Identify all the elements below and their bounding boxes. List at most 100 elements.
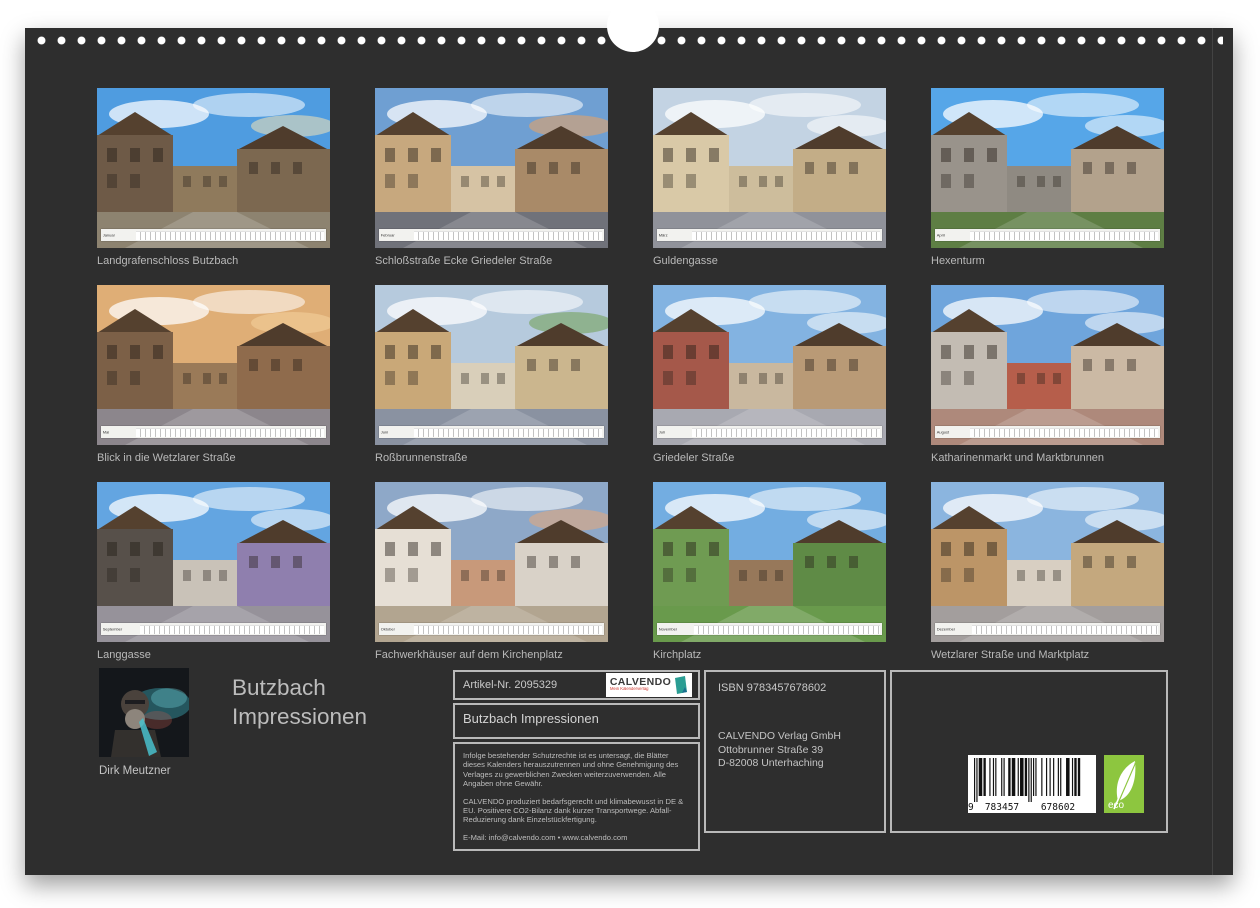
product-info-panel: Artikel-Nr. 2095329 CALVENDO Mein Kalend… <box>453 670 1168 833</box>
publisher-box: ISBN 9783457678602 CALVENDO Verlag GmbH … <box>704 670 886 833</box>
mini-calendar-day-cells <box>140 625 324 634</box>
calvendo-logo-tagline: Mein Kalenderverlag <box>610 687 649 691</box>
calendar-month-thumbnail: Oktober Fachwerkhäuser auf dem Kirchenpl… <box>375 482 608 661</box>
mini-calendar-month-label: September <box>101 627 122 631</box>
eco-leaf-icon: eco <box>1104 755 1144 813</box>
calendar-title-line1: Butzbach <box>232 673 367 702</box>
mini-calendar-day-cells <box>136 231 324 240</box>
author-block: Dirk Meutzner <box>99 668 209 777</box>
mini-calendar-month-label: Oktober <box>379 627 398 631</box>
info-left-column: Artikel-Nr. 2095329 CALVENDO Mein Kalend… <box>453 670 700 833</box>
calvendo-logo-wordmark: CALVENDO <box>610 677 671 688</box>
month-photo: November <box>653 482 886 642</box>
mini-calendar-day-cells <box>970 428 1158 437</box>
calendar-back-cover: Januar Landgrafenschloss Butzbach Februa… <box>25 28 1233 875</box>
calendar-title: Butzbach Impressionen <box>232 673 367 731</box>
contact-line: E-Mail: info@calvendo.com • www.calvendo… <box>463 833 690 842</box>
mini-calendar-strip: Mai <box>101 426 326 438</box>
mini-calendar-month-label: April <box>935 233 954 237</box>
barcode-box: 9783457678602 eco <box>890 670 1168 833</box>
thumbnail-caption: Blick in die Wetzlarer Straße <box>97 452 330 464</box>
mini-calendar-month-label: August <box>935 430 954 434</box>
month-photo: Juli <box>653 285 886 445</box>
mini-calendar-month-label: Januar <box>101 233 120 237</box>
publisher-street: Ottobrunner Straße 39 <box>718 744 872 758</box>
mini-calendar-strip: September <box>101 623 326 635</box>
thumbnail-caption: Guldengasse <box>653 255 886 267</box>
mini-calendar-day-cells <box>694 625 880 634</box>
calendar-month-thumbnail: Juli Griedeler Straße <box>653 285 886 464</box>
mini-calendar-month-label: Dezember <box>935 627 955 631</box>
mini-calendar-month-label: März <box>657 233 676 237</box>
mini-calendar-month-label: Juli <box>657 430 676 434</box>
mini-calendar-month-label: Mai <box>101 430 120 434</box>
month-photo: Februar <box>375 88 608 248</box>
thumbnail-caption: Katharinenmarkt und Marktbrunnen <box>931 452 1164 464</box>
mini-calendar-strip: August <box>935 426 1160 438</box>
calendar-month-thumbnail: März Guldengasse <box>653 88 886 267</box>
calendar-month-thumbnail: Mai Blick in die Wetzlarer Straße <box>97 285 330 464</box>
month-photo: April <box>931 88 1164 248</box>
mini-calendar-strip: Oktober <box>379 623 604 635</box>
month-photo: Mai <box>97 285 330 445</box>
calendar-month-thumbnail: Juni Roßbrunnenstraße <box>375 285 608 464</box>
author-name: Dirk Meutzner <box>99 765 209 777</box>
mini-calendar-month-label: Juni <box>379 430 398 434</box>
month-photo: Januar <box>97 88 330 248</box>
article-number: Artikel-Nr. 2095329 <box>463 679 557 691</box>
thumbnail-caption: Kirchplatz <box>653 649 886 661</box>
thumbnail-caption: Schloßstraße Ecke Griedeler Straße <box>375 255 608 267</box>
calendar-month-thumbnail: Dezember Wetzlarer Straße und Marktplatz <box>931 482 1164 661</box>
mini-calendar-month-label: November <box>657 627 677 631</box>
svg-text:eco: eco <box>1108 800 1125 811</box>
mini-calendar-strip: Dezember <box>935 623 1160 635</box>
calvendo-logo: CALVENDO Mein Kalenderverlag <box>606 673 692 697</box>
barcode-graphic: 9783457678602 <box>968 755 1096 813</box>
calendar-month-thumbnail: April Hexenturm <box>931 88 1164 267</box>
thumb-notch <box>607 0 659 52</box>
calendar-month-thumbnail: November Kirchplatz <box>653 482 886 661</box>
mini-calendar-month-label: Februar <box>379 233 398 237</box>
thumbnail-caption: Roßbrunnenstraße <box>375 452 608 464</box>
mini-calendar-strip: April <box>935 229 1160 241</box>
legal-paragraph-2: CALVENDO produziert bedarfsgerecht und k… <box>463 797 690 825</box>
legal-paragraph-1: Infolge bestehender Schutzrechte ist es … <box>463 751 690 789</box>
month-photo: März <box>653 88 886 248</box>
month-photo: Oktober <box>375 482 608 642</box>
mini-calendar-day-cells <box>414 231 602 240</box>
thumbnail-caption: Landgrafenschloss Butzbach <box>97 255 330 267</box>
month-photo: August <box>931 285 1164 445</box>
mini-calendar-strip: Februar <box>379 229 604 241</box>
month-photo: Juni <box>375 285 608 445</box>
thumbnail-caption: Langgasse <box>97 649 330 661</box>
product-title: Butzbach Impressionen <box>463 711 599 726</box>
mini-calendar-day-cells <box>972 625 1158 634</box>
mini-calendar-strip: Juli <box>657 426 882 438</box>
month-photo: September <box>97 482 330 642</box>
mini-calendar-strip: November <box>657 623 882 635</box>
thumbnail-caption: Wetzlarer Straße und Marktplatz <box>931 649 1164 661</box>
product-title-box: Butzbach Impressionen <box>453 703 700 739</box>
mini-calendar-day-cells <box>136 428 324 437</box>
month-photo: Dezember <box>931 482 1164 642</box>
svg-text:678602: 678602 <box>1041 802 1075 813</box>
mini-calendar-day-cells <box>692 428 880 437</box>
article-number-box: Artikel-Nr. 2095329 CALVENDO Mein Kalend… <box>453 670 700 700</box>
thumbnail-caption: Hexenturm <box>931 255 1164 267</box>
thumbnail-caption: Fachwerkhäuser auf dem Kirchenplatz <box>375 649 608 661</box>
calendar-month-thumbnail: September Langgasse <box>97 482 330 661</box>
eco-badge: eco <box>1104 755 1144 813</box>
thumbnail-grid: Januar Landgrafenschloss Butzbach Februa… <box>97 88 1164 661</box>
calendar-month-thumbnail: August Katharinenmarkt und Marktbrunnen <box>931 285 1164 464</box>
mini-calendar-strip: Juni <box>379 426 604 438</box>
ean13-barcode: 9783457678602 <box>968 755 1096 813</box>
svg-text:783457: 783457 <box>985 802 1019 813</box>
publisher-name: CALVENDO Verlag GmbH <box>718 730 872 744</box>
author-photo <box>99 668 189 757</box>
mini-calendar-day-cells <box>692 231 880 240</box>
thumbnail-caption: Griedeler Straße <box>653 452 886 464</box>
legal-text-box: Infolge bestehender Schutzrechte ist es … <box>453 742 700 851</box>
isbn: ISBN 9783457678602 <box>718 682 872 694</box>
calvendo-page-icon <box>674 676 688 694</box>
calendar-month-thumbnail: Januar Landgrafenschloss Butzbach <box>97 88 330 267</box>
